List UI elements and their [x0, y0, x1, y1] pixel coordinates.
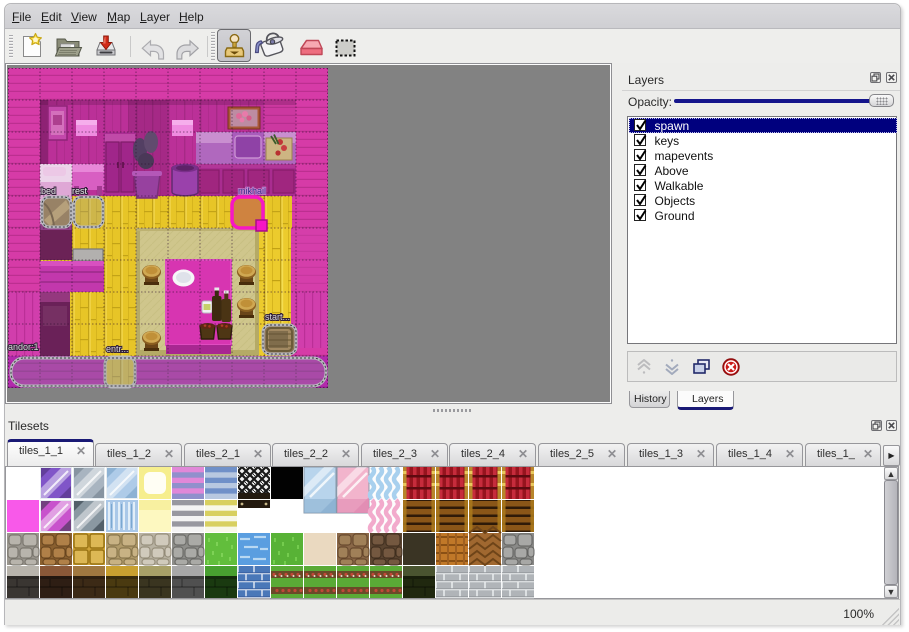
svg-text:andor:1: andor:1 — [8, 342, 39, 352]
svg-text:rest: rest — [72, 186, 88, 196]
svg-text:entr...: entr... — [106, 344, 129, 354]
svg-text:start...: start... — [265, 312, 290, 322]
svg-text:mikhail: mikhail — [238, 186, 266, 196]
svg-text:bed: bed — [41, 186, 56, 196]
